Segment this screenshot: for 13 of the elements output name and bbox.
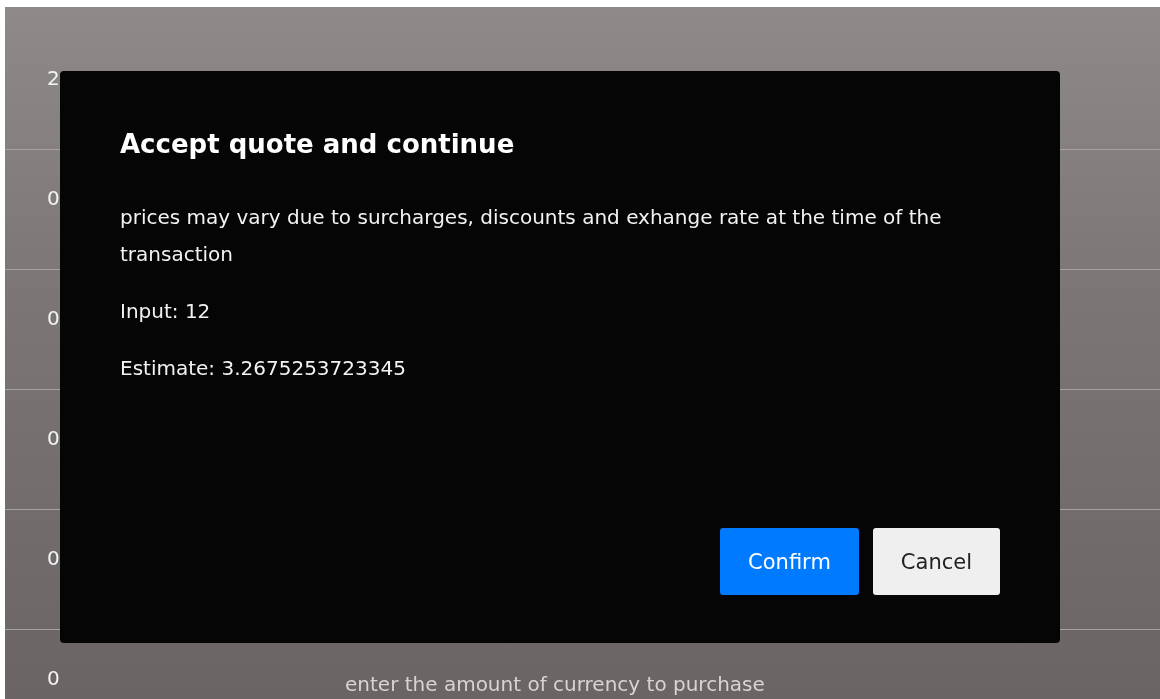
- dialog-title: Accept quote and continue: [120, 129, 516, 159]
- dialog-message: prices may vary due to surcharges, discounts and exhange rate at the time of the transaction: [120, 204, 943, 268]
- count-value: 0: [47, 666, 60, 690]
- cancel-button[interactable]: Cancel: [872, 528, 1000, 595]
- count-value: 0: [47, 546, 60, 570]
- count-value: 2: [47, 66, 60, 90]
- count-value: 0: [47, 426, 60, 450]
- estimate-line: Estimate: 3.2675253723345: [120, 355, 407, 382]
- amount-field[interactable]: enter the amount of currency to purchase: [345, 672, 905, 696]
- confirm-button[interactable]: Confirm: [720, 528, 859, 595]
- count-value: 0: [47, 186, 60, 210]
- input-line: Input: 12: [120, 298, 212, 325]
- count-value: 0: [47, 306, 60, 330]
